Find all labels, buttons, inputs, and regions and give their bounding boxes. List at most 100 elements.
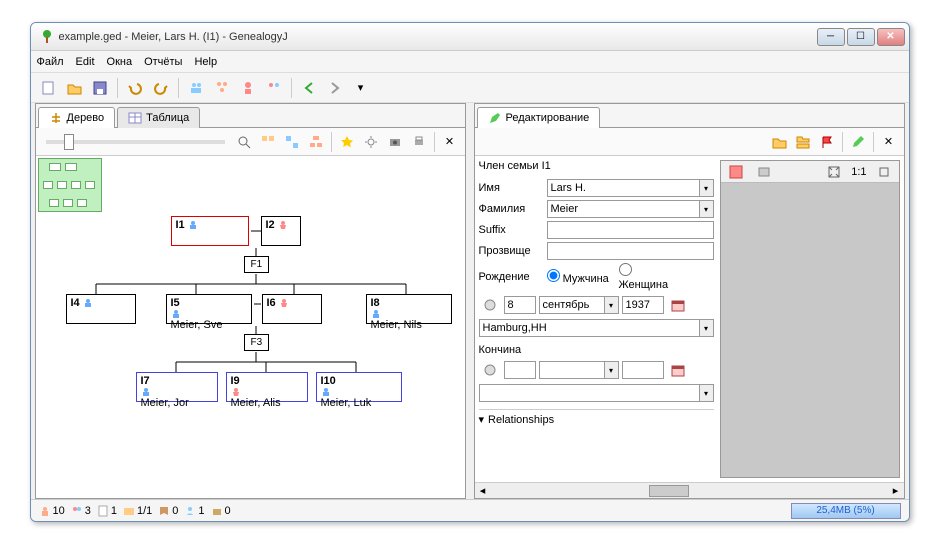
camera-icon[interactable] (384, 131, 406, 153)
redo-icon[interactable] (150, 77, 172, 99)
death-month-input[interactable]: ▾ (539, 361, 619, 379)
person-group-icon[interactable] (185, 77, 207, 99)
nav-back-icon[interactable] (298, 77, 320, 99)
death-day-input[interactable] (504, 361, 536, 379)
female-icon (278, 220, 288, 230)
maximize-button[interactable]: ☐ (847, 28, 875, 46)
surname-input[interactable]: Meier▾ (547, 200, 714, 218)
family-icon[interactable] (211, 77, 233, 99)
nickname-input[interactable] (547, 242, 714, 260)
editor-header: Член семьи I1 (479, 160, 714, 172)
save-icon[interactable] (89, 77, 111, 99)
layout2-icon[interactable] (281, 131, 303, 153)
folder-open-icon[interactable] (768, 131, 790, 153)
death-date-type-icon[interactable] (479, 359, 501, 381)
bookmark-icon[interactable] (336, 131, 358, 153)
pencil-icon (488, 111, 502, 125)
tree-icon (49, 111, 63, 125)
label-nickname: Прозвище (479, 245, 543, 257)
relationships-header[interactable]: ▾ Relationships (479, 409, 714, 426)
editor-form: Член семьи I1 Имя Lars H.▾ Фамилия Meier… (479, 160, 714, 478)
tree-canvas[interactable]: I1 I2 F1 I4 I5 Meier, Sve (36, 156, 465, 498)
suffix-input[interactable] (547, 221, 714, 239)
tree-node-i2[interactable]: I2 (261, 216, 301, 246)
name-input[interactable]: Lars H.▾ (547, 179, 714, 197)
tab-table[interactable]: Таблица (117, 107, 200, 128)
folder-tree-icon[interactable] (792, 131, 814, 153)
birth-day-input[interactable] (504, 296, 536, 314)
menu-file[interactable]: Файл (37, 56, 64, 68)
close-editor-icon[interactable]: ✕ (878, 131, 900, 153)
tree-node-i5[interactable]: I5 Meier, Sve (166, 294, 252, 324)
radio-male[interactable]: Мужчина (547, 269, 611, 285)
open-folder-icon[interactable] (63, 77, 85, 99)
tree-node-f3[interactable]: F3 (244, 334, 270, 351)
app-window: example.ged - Meier, Lars H. (I1) - Gene… (30, 22, 910, 522)
person-pair-icon[interactable] (263, 77, 285, 99)
tree-node-i4[interactable]: I4 (66, 294, 136, 324)
male-icon (321, 387, 372, 397)
zoom-actual-icon[interactable] (873, 161, 895, 183)
label-birth: Рождение (479, 271, 543, 283)
person-female-icon[interactable] (237, 77, 259, 99)
media-save-icon[interactable] (725, 161, 747, 183)
nav-forward-icon[interactable] (324, 77, 346, 99)
tree-node-i6[interactable]: I6 (262, 294, 322, 324)
tab-editor[interactable]: Редактирование (477, 107, 601, 128)
settings-icon[interactable] (360, 131, 382, 153)
label-suffix: Suffix (479, 224, 543, 236)
female-icon (279, 298, 289, 308)
media-open-icon[interactable] (753, 161, 775, 183)
birth-date-type-icon[interactable] (479, 294, 501, 316)
print-icon[interactable] (408, 131, 430, 153)
tree-node-i9[interactable]: I9 Meier, Alis (226, 372, 308, 402)
editor-scrollbar[interactable]: ◂ ▸ (475, 482, 904, 498)
minimize-button[interactable]: ─ (817, 28, 845, 46)
calendar-icon[interactable] (667, 359, 689, 381)
minimap[interactable] (38, 158, 102, 212)
tree-node-i1[interactable]: I1 (171, 216, 249, 246)
death-year-input[interactable] (622, 361, 664, 379)
menu-windows[interactable]: Окна (107, 56, 133, 68)
radio-female[interactable]: Женщина (619, 263, 683, 291)
titlebar[interactable]: example.ged - Meier, Lars H. (I1) - Gene… (31, 23, 909, 51)
close-button[interactable]: ✕ (877, 28, 905, 46)
birth-year-input[interactable] (622, 296, 664, 314)
menu-edit[interactable]: Edit (76, 56, 95, 68)
undo-icon[interactable] (124, 77, 146, 99)
flag-icon[interactable] (816, 131, 838, 153)
tree-node-i8[interactable]: I8 Meier, Nils (366, 294, 452, 324)
calendar-icon[interactable] (667, 294, 689, 316)
tree-node-f1[interactable]: F1 (244, 256, 270, 273)
main-toolbar: ▾ (31, 73, 909, 103)
media-canvas[interactable] (721, 183, 899, 477)
close-panel-icon[interactable]: ✕ (439, 131, 461, 153)
new-file-icon[interactable] (37, 77, 59, 99)
status-submitters: 1 (184, 505, 204, 517)
tree-panel: Дерево Таблица ✕ (35, 103, 466, 499)
female-icon (231, 387, 281, 397)
memory-indicator[interactable]: 25,4MB (5%) (791, 503, 901, 519)
label-surname: Фамилия (479, 203, 543, 215)
tree-node-i7[interactable]: I7 Meier, Jor (136, 372, 218, 402)
male-icon (171, 309, 223, 319)
menu-reports[interactable]: Отчёты (144, 56, 182, 68)
death-place-input[interactable]: ▾ (479, 384, 714, 402)
zoom-fit-icon[interactable] (823, 161, 845, 183)
birth-month-input[interactable]: сентябрь▾ (539, 296, 619, 314)
menu-help[interactable]: Help (194, 56, 217, 68)
menubar: Файл Edit Окна Отчёты Help (31, 51, 909, 73)
male-icon (188, 220, 198, 230)
right-tabstrip: Редактирование (475, 104, 904, 128)
tab-tree[interactable]: Дерево (38, 107, 116, 128)
status-media: 1/1 (123, 505, 152, 517)
birth-place-input[interactable]: Hamburg,HH▾ (479, 319, 714, 337)
zoom-slider[interactable] (46, 140, 225, 144)
tree-node-i10[interactable]: I10 Meier, Luk (316, 372, 402, 402)
layout3-icon[interactable] (305, 131, 327, 153)
edit-pencil-icon[interactable] (847, 131, 869, 153)
layout1-icon[interactable] (257, 131, 279, 153)
nav-dropdown-icon[interactable]: ▾ (350, 77, 372, 99)
zoom-fit-icon[interactable] (233, 131, 255, 153)
editor-panel: Редактирование ✕ Член семьи I1 Имя Lars … (474, 103, 905, 499)
